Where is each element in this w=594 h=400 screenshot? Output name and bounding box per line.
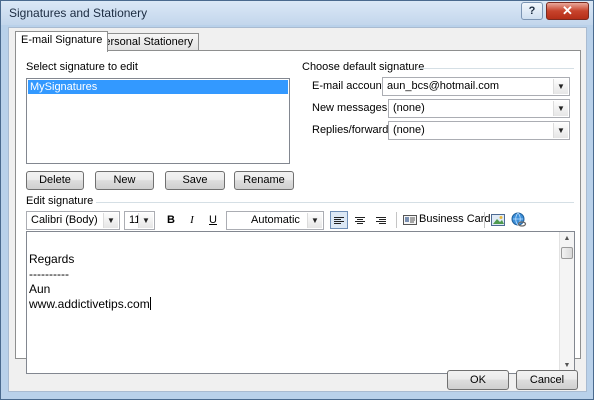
rename-button[interactable]: Rename [234,171,294,190]
alignment-group [330,211,390,229]
email-account-label: E-mail account: [312,80,388,92]
align-right-button[interactable] [372,211,390,229]
italic-button[interactable]: I [184,211,200,229]
chevron-down-icon[interactable]: ▼ [553,79,568,94]
business-card-button[interactable]: Business Card [401,211,491,229]
chevron-down-icon[interactable]: ▼ [553,101,568,116]
default-signature-heading: Choose default signature [302,61,425,73]
font-color-value: Automatic [251,214,300,226]
group-divider [96,202,574,203]
hyperlink-button[interactable] [510,211,528,229]
signatures-dialog: Signatures and Stationery ? ✕ E-mail Sig… [0,0,594,400]
chevron-down-icon[interactable]: ▼ [307,213,322,228]
insert-picture-button[interactable] [489,211,507,229]
font-value: Calibri (Body) [31,214,98,226]
group-divider [416,68,574,69]
text-caret [149,297,151,310]
signature-line: www.addictivetips.com [29,297,150,311]
scroll-up-icon[interactable]: ▲ [560,232,574,246]
font-size-select[interactable]: 11 ▼ [124,211,155,230]
bold-button[interactable]: B [163,211,179,229]
signature-line: ---------- [29,267,69,281]
replies-forwards-label: Replies/forwards: [312,124,397,136]
save-button[interactable]: Save [165,171,225,190]
delete-button[interactable]: Delete [26,171,84,190]
window-title: Signatures and Stationery [9,6,148,20]
list-item[interactable]: MySignatures [28,80,288,94]
signature-line: Regards [29,252,75,266]
tab-email-signature[interactable]: E-mail Signature [15,31,109,52]
chevron-down-icon[interactable]: ▼ [103,213,118,228]
chevron-down-icon[interactable]: ▼ [553,123,568,138]
align-center-button[interactable] [351,211,369,229]
dialog-body: E-mail Signature Personal Stationery Sel… [8,27,587,392]
business-card-icon [403,215,417,225]
editor-scrollbar[interactable]: ▲ ▼ [559,232,574,373]
underline-button[interactable]: U [205,211,221,229]
new-messages-label: New messages: [312,102,391,114]
new-button[interactable]: New [95,171,154,190]
signature-text: Regards ---------- Aun www.addictivetips… [29,252,151,312]
email-account-select[interactable]: aun_bcs@hotmail.com ▼ [382,77,570,96]
email-account-value: aun_bcs@hotmail.com [387,80,500,92]
replies-forwards-value: (none) [393,124,425,136]
select-signature-label: Select signature to edit [26,61,138,73]
business-card-label: Business Card [419,213,491,225]
cancel-button[interactable]: Cancel [516,370,578,390]
new-messages-value: (none) [393,102,425,114]
new-messages-select[interactable]: (none) ▼ [388,99,570,118]
close-button[interactable]: ✕ [546,2,589,20]
toolbar-separator [396,212,397,228]
align-left-button[interactable] [330,211,348,229]
format-toolbar: B I U [163,211,223,229]
signature-editor[interactable]: Regards ---------- Aun www.addictivetips… [26,231,575,374]
font-select[interactable]: Calibri (Body) ▼ [26,211,120,230]
signature-line: Aun [29,282,51,296]
email-signature-panel: Select signature to edit MySignatures De… [15,50,581,374]
hyperlink-icon [511,212,527,227]
scroll-thumb[interactable] [561,247,573,259]
ok-button[interactable]: OK [447,370,509,390]
toolbar-separator [484,212,485,228]
tab-email-signature-label: E-mail Signature [21,34,103,46]
edit-signature-label: Edit signature [26,195,94,207]
chevron-down-icon[interactable]: ▼ [138,213,153,228]
font-color-select[interactable]: Automatic ▼ [226,211,324,230]
help-button[interactable]: ? [521,2,543,20]
replies-forwards-select[interactable]: (none) ▼ [388,121,570,140]
insert-picture-icon [491,214,505,226]
tab-personal-stationery-label: Personal Stationery [97,36,193,48]
signature-list[interactable]: MySignatures [26,78,290,164]
title-bar: Signatures and Stationery ? ✕ [1,1,593,25]
